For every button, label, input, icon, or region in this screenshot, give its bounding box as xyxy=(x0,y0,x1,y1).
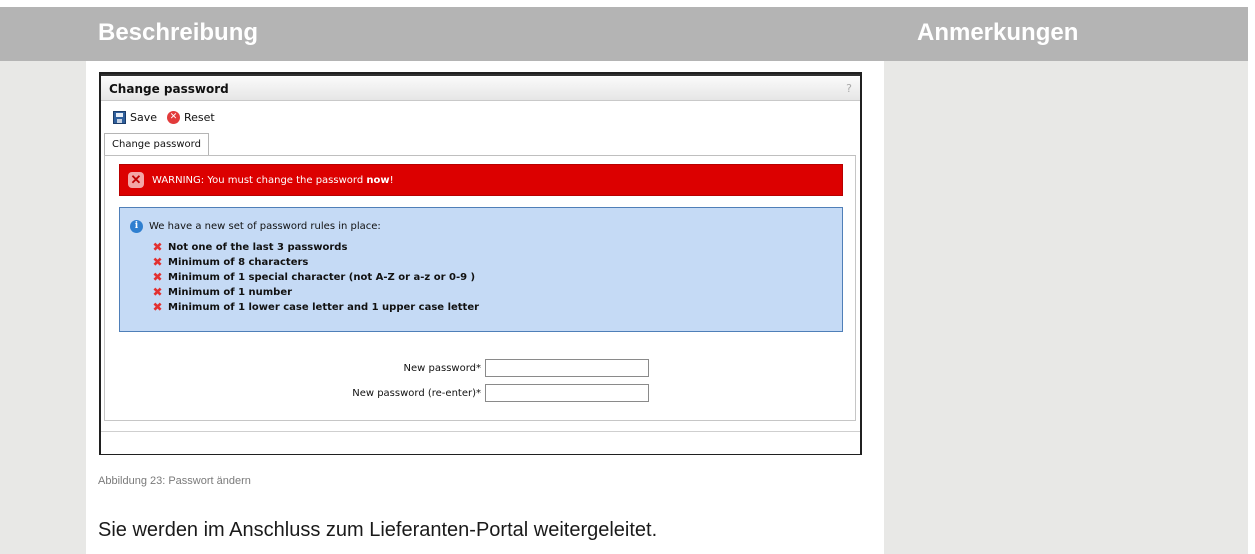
window-top-border xyxy=(101,74,860,76)
help-icon[interactable]: ? xyxy=(846,82,852,95)
new-password-input[interactable] xyxy=(485,359,649,377)
reenter-password-row: New password (re-enter)* xyxy=(105,383,649,403)
table-header: Beschreibung Anmerkungen xyxy=(0,7,1248,61)
rule-text: Not one of the last 3 passwords xyxy=(168,242,348,253)
rules-heading: We have a new set of password rules in p… xyxy=(149,221,381,232)
error-icon: ✖ xyxy=(152,300,163,314)
figure-caption: Abbildung 23: Passwort ändern xyxy=(98,475,251,487)
list-item: ✖ Minimum of 8 characters xyxy=(152,255,479,270)
rules-list: ✖ Not one of the last 3 passwords ✖ Minimu… xyxy=(152,240,479,315)
change-password-screenshot: Change password ? Save ✕ Reset Change pa… xyxy=(99,72,862,455)
header-description: Beschreibung xyxy=(98,19,259,46)
error-icon: ✖ xyxy=(152,270,163,284)
header-notes: Anmerkungen xyxy=(917,19,1079,46)
info-icon: i xyxy=(130,220,143,233)
window-title: Change password xyxy=(109,82,229,96)
warning-text: WARNING: You must change the password no… xyxy=(152,175,394,186)
list-item: ✖ Minimum of 1 lower case letter and 1 up… xyxy=(152,300,479,315)
new-password-label: New password* xyxy=(403,362,481,374)
warning-suffix: ! xyxy=(389,174,394,186)
error-icon: ✖ xyxy=(152,255,163,269)
notes-cell xyxy=(884,61,1248,554)
window-titlebar: Change password ? xyxy=(101,77,860,101)
body-text: Sie werden im Anschluss zum Lieferanten-… xyxy=(98,519,658,541)
reset-button[interactable]: ✕ Reset xyxy=(167,109,215,125)
list-item: ✖ Minimum of 1 special character (not A-Z… xyxy=(152,270,479,285)
reset-icon: ✕ xyxy=(167,110,180,124)
list-item: ✖ Minimum of 1 number xyxy=(152,285,479,300)
rules-heading-row: i We have a new set of password rules in… xyxy=(130,220,381,233)
tab-content: ✕ WARNING: You must change the password … xyxy=(104,156,856,421)
window-footer xyxy=(101,431,860,454)
error-icon: ✖ xyxy=(152,285,163,299)
error-icon: ✖ xyxy=(152,240,163,254)
rule-text: Minimum of 1 special character (not A-Z … xyxy=(168,272,476,283)
tab-change-password[interactable]: Change password xyxy=(104,133,209,155)
rule-text: Minimum of 8 characters xyxy=(168,257,309,268)
toolbar: Save ✕ Reset xyxy=(101,101,860,131)
reset-label: Reset xyxy=(184,110,215,124)
warning-message: WARNING: You must change the password xyxy=(152,174,367,186)
save-icon xyxy=(113,110,126,124)
list-item: ✖ Not one of the last 3 passwords xyxy=(152,240,479,255)
new-password-row: New password* xyxy=(105,358,649,378)
warning-emphasis: now xyxy=(366,174,390,186)
document-page: Beschreibung Anmerkungen Change password… xyxy=(0,0,1255,554)
save-label: Save xyxy=(130,110,158,124)
rule-text: Minimum of 1 number xyxy=(168,287,293,298)
error-icon: ✕ xyxy=(128,172,144,188)
left-gutter-cell xyxy=(0,61,86,554)
password-rules-panel: i We have a new set of password rules in… xyxy=(119,207,843,332)
reenter-password-label: New password (re-enter)* xyxy=(352,387,481,399)
warning-banner: ✕ WARNING: You must change the password … xyxy=(119,164,843,196)
reenter-password-input[interactable] xyxy=(485,384,649,402)
tab-strip: Change password xyxy=(104,131,856,156)
save-button[interactable]: Save xyxy=(113,109,157,125)
rule-text: Minimum of 1 lower case letter and 1 upp… xyxy=(168,302,480,313)
